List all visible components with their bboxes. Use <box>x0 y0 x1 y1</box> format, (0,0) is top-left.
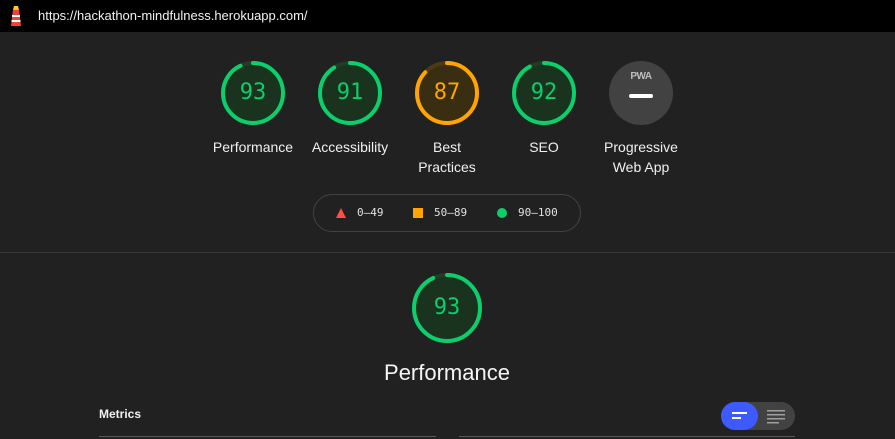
gauge-score: 93 <box>239 80 267 105</box>
fail-triangle-icon <box>336 208 346 218</box>
gauge-score: 87 <box>433 80 461 105</box>
compact-view-icon <box>732 412 747 419</box>
expanded-view-icon[interactable] <box>758 402 795 430</box>
compact-view-button[interactable] <box>721 402 758 430</box>
legend-item-average: 50–89 <box>413 206 467 220</box>
gauge-label-line: Best <box>432 139 461 155</box>
category-title: Performance <box>384 360 510 385</box>
gauge-performance[interactable]: 93 Performance <box>204 60 302 157</box>
pwa-badge-text: PWA <box>630 71 652 82</box>
gauge-accessibility[interactable]: 91 Accessibility <box>301 60 399 157</box>
browser-address-bar: https://hackathon-mindfulness.herokuapp.… <box>0 0 895 32</box>
legend-item-pass: 90–100 <box>497 206 558 220</box>
page-url[interactable]: https://hackathon-mindfulness.herokuapp.… <box>38 8 308 24</box>
gauge-label-line: Progressive <box>604 139 678 155</box>
gauge-seo[interactable]: 92 SEO <box>495 60 593 157</box>
pass-circle-icon <box>497 208 507 218</box>
gauge-label: Progressive Web App <box>592 137 690 177</box>
gauge-label-line: Web App <box>612 159 670 175</box>
category-gauge: 93 <box>411 272 483 344</box>
average-square-icon <box>413 208 423 218</box>
pwa-dash-icon <box>629 94 653 98</box>
gauge-score: 92 <box>530 80 558 105</box>
gauge-label: SEO <box>529 139 559 155</box>
gauge-label-line: Practices <box>418 159 476 175</box>
legend-range: 0–49 <box>357 206 384 219</box>
section-divider <box>0 252 895 253</box>
gauge-label: Best Practices <box>398 137 496 177</box>
gauge-score: 91 <box>336 80 364 105</box>
category-score: 93 <box>433 295 461 320</box>
legend-item-fail: 0–49 <box>336 206 384 220</box>
metrics-row-divider <box>459 436 795 437</box>
lighthouse-icon <box>11 6 21 26</box>
legend-range: 90–100 <box>518 206 558 219</box>
metrics-view-toggle[interactable] <box>721 402 795 430</box>
legend-range: 50–89 <box>434 206 468 219</box>
metrics-heading: Metrics <box>99 407 142 421</box>
gauge-label: Accessibility <box>311 139 389 155</box>
metrics-row-divider <box>99 436 436 437</box>
gauge-pwa[interactable]: PWA Progressive Web App <box>592 60 690 177</box>
gauge-label: Performance <box>212 139 294 155</box>
gauge-best-practices[interactable]: 87 Best Practices <box>398 60 496 177</box>
score-legend: 0–49 50–89 90–100 <box>313 194 581 232</box>
